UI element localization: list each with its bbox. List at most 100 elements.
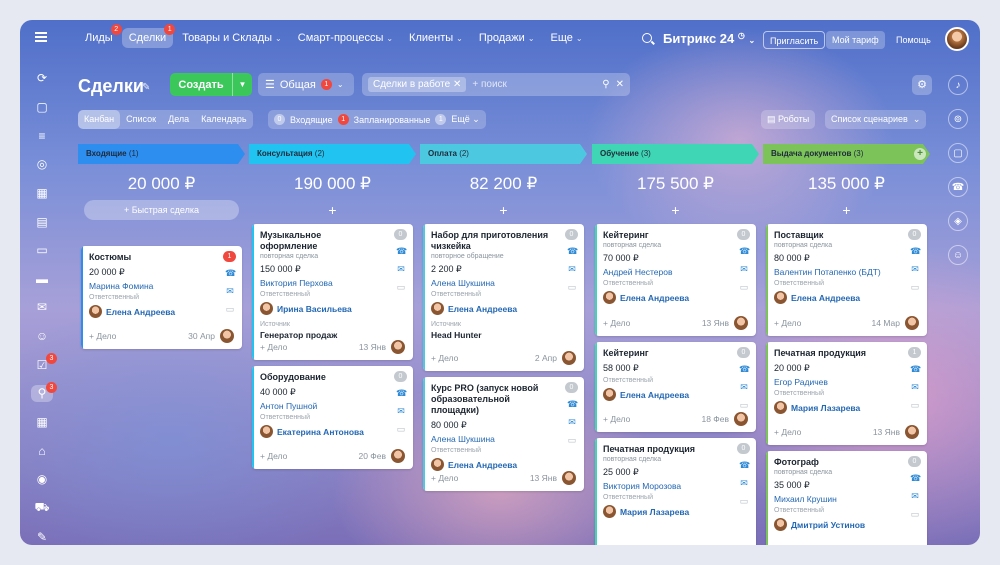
add-deal-icon[interactable]: + (592, 202, 759, 222)
owner-avatar[interactable] (220, 329, 234, 343)
client-name[interactable]: Алена Шукшина (431, 278, 576, 288)
add-activity-link[interactable]: + Дело (774, 427, 873, 437)
chat-icon[interactable]: ▭ (910, 400, 920, 411)
chat-bubble-icon[interactable]: ▢ (948, 143, 968, 163)
user-avatar[interactable] (945, 27, 969, 51)
mail-icon[interactable]: ✉ (567, 264, 577, 275)
phone-icon[interactable]: ☎ (910, 473, 921, 484)
nav-item[interactable]: Еще ⌄ (544, 28, 590, 48)
cart-icon[interactable]: ⛟ (31, 500, 53, 517)
stage-header[interactable]: Оплата (2) (420, 144, 587, 164)
owner-avatar[interactable] (905, 425, 919, 439)
pin-icon[interactable]: ✎ (142, 82, 150, 93)
chat-icon[interactable]: ▭ (396, 424, 406, 435)
booking-icon[interactable]: ▦ (31, 414, 53, 431)
chat-icon[interactable]: ▭ (739, 496, 749, 507)
deal-title[interactable]: Кейтеринг (603, 230, 721, 241)
add-stage-icon[interactable]: + (914, 148, 926, 160)
mail-icon[interactable]: ✉ (910, 491, 920, 502)
add-deal-icon[interactable]: + (249, 202, 416, 222)
deal-title[interactable]: Поставщик (774, 230, 892, 241)
store-icon[interactable]: ⌂ (31, 442, 53, 459)
contacts-icon[interactable]: ☺ (31, 328, 53, 345)
client-name[interactable]: Андрей Нестеров (603, 267, 748, 277)
phone-icon[interactable]: ☎ (567, 246, 578, 257)
deal-title[interactable]: Фотограф (774, 457, 892, 468)
phone-icon[interactable]: ☎ (948, 177, 968, 197)
add-deal-icon[interactable]: + (420, 202, 587, 222)
mail-icon[interactable]: ✉ (31, 299, 53, 316)
clear-icon[interactable]: ✕ (616, 79, 624, 90)
stage-header[interactable]: Обучение (3) (592, 144, 759, 164)
owner-avatar[interactable] (391, 449, 405, 463)
chat-icon[interactable]: ▭ (225, 304, 235, 315)
nav-item[interactable]: Сделки 1 (121, 24, 176, 48)
deal-card[interactable]: 0 Кейтеринг 58 000 ₽ Ответственный Елена Анд… (595, 342, 756, 432)
deal-card[interactable]: 0 Оборудование 40 000 ₽ Антон Пушной Ответст… (252, 366, 413, 469)
planned-link[interactable]: Запланированные (354, 115, 431, 125)
responsible[interactable]: Ирина Васильева (260, 302, 405, 315)
add-activity-link[interactable]: + Дело (260, 451, 358, 461)
deal-title[interactable]: Курс PRO (запуск новой образовательной п… (431, 383, 549, 416)
phone-icon[interactable]: ☎ (396, 388, 407, 399)
filter-chip[interactable]: Сделки в работе ✕ (368, 77, 467, 92)
deal-card[interactable]: 1 Печатная продукция 20 000 ₽ Егор Радичев О… (766, 342, 927, 445)
scenarios-button[interactable]: Список сценариев ⌄ (825, 110, 927, 129)
phone-icon[interactable]: ☎ (396, 246, 407, 257)
owner-avatar[interactable] (734, 316, 748, 330)
responsible[interactable]: Дмитрий Устинов (774, 518, 919, 531)
add-activity-link[interactable]: + Дело (431, 353, 535, 363)
responsible[interactable]: Екатерина Антонова (260, 425, 405, 438)
search-icon[interactable]: ⚲ (602, 79, 609, 90)
view-tab[interactable]: Канбан (78, 110, 121, 129)
mail-icon[interactable]: ✉ (396, 406, 406, 417)
tariff-button[interactable]: Мой тариф (826, 31, 885, 49)
phone-icon[interactable]: ☎ (910, 246, 921, 257)
drive-icon[interactable]: ▬ (31, 270, 53, 287)
help-button[interactable]: Помощь (890, 31, 937, 49)
add-activity-link[interactable]: + Дело (603, 414, 701, 424)
responsible[interactable]: Елена Андреева (603, 291, 748, 304)
chat-icon[interactable]: ▢ (31, 99, 53, 116)
deal-card[interactable]: 0 Кейтеринг повторная сделка 70 000 ₽ Андрей… (595, 224, 756, 336)
deal-title[interactable]: Оборудование (260, 372, 378, 383)
phone-icon[interactable]: ☎ (739, 460, 750, 471)
invite-button[interactable]: Пригласить (763, 31, 826, 49)
pulse-icon[interactable]: ⟳ (31, 70, 53, 87)
deal-title[interactable]: Костюмы (89, 252, 207, 263)
phone-icon[interactable]: ☎ (225, 268, 236, 279)
feed-icon[interactable]: ≡ (31, 127, 53, 144)
menu-icon[interactable] (35, 32, 47, 42)
nav-item[interactable]: Продажи ⌄ (472, 28, 542, 48)
responsible[interactable]: Елена Андреева (431, 458, 576, 471)
mail-icon[interactable]: ✉ (910, 264, 920, 275)
nav-item[interactable]: Лиды 2 (78, 24, 122, 48)
owner-avatar[interactable] (562, 351, 576, 365)
view-tab[interactable]: Список (120, 110, 162, 129)
client-name[interactable]: Алена Шукшина (431, 434, 576, 444)
mail-icon[interactable]: ✉ (567, 417, 577, 428)
mail-icon[interactable]: ✉ (739, 382, 749, 393)
mail-icon[interactable]: ✉ (910, 382, 920, 393)
phone-icon[interactable]: ☎ (739, 246, 750, 257)
create-button[interactable]: Создать ▼ (170, 73, 252, 96)
mail-icon[interactable]: ✉ (396, 264, 406, 275)
phone-icon[interactable]: ☎ (739, 364, 750, 375)
responsible[interactable]: Елена Андреева (774, 291, 919, 304)
chat-icon[interactable]: ▭ (910, 509, 920, 520)
mail-icon[interactable]: ✉ (739, 264, 749, 275)
robot-icon[interactable]: ◈ (948, 211, 968, 231)
deal-title[interactable]: Музыкальное оформление (260, 230, 378, 252)
phone-icon[interactable]: ☎ (567, 399, 578, 410)
responsible[interactable]: Елена Андреева (603, 388, 748, 401)
client-name[interactable]: Виктория Морозова (603, 481, 748, 491)
responsible[interactable]: Елена Андреева (431, 302, 576, 315)
groups-icon[interactable]: ◎ (31, 156, 53, 173)
owner-avatar[interactable] (562, 471, 576, 485)
more-link[interactable]: Ещё ⌄ (451, 114, 479, 125)
responsible[interactable]: Елена Андреева (89, 305, 234, 318)
deal-card[interactable]: 0 Фотограф повторная сделка 35 000 ₽ Михаил … (766, 451, 927, 545)
deal-title[interactable]: Кейтеринг (603, 348, 721, 359)
docs-icon[interactable]: ▤ (31, 213, 53, 230)
tasks-icon[interactable]: ☑ 3 (31, 353, 57, 373)
